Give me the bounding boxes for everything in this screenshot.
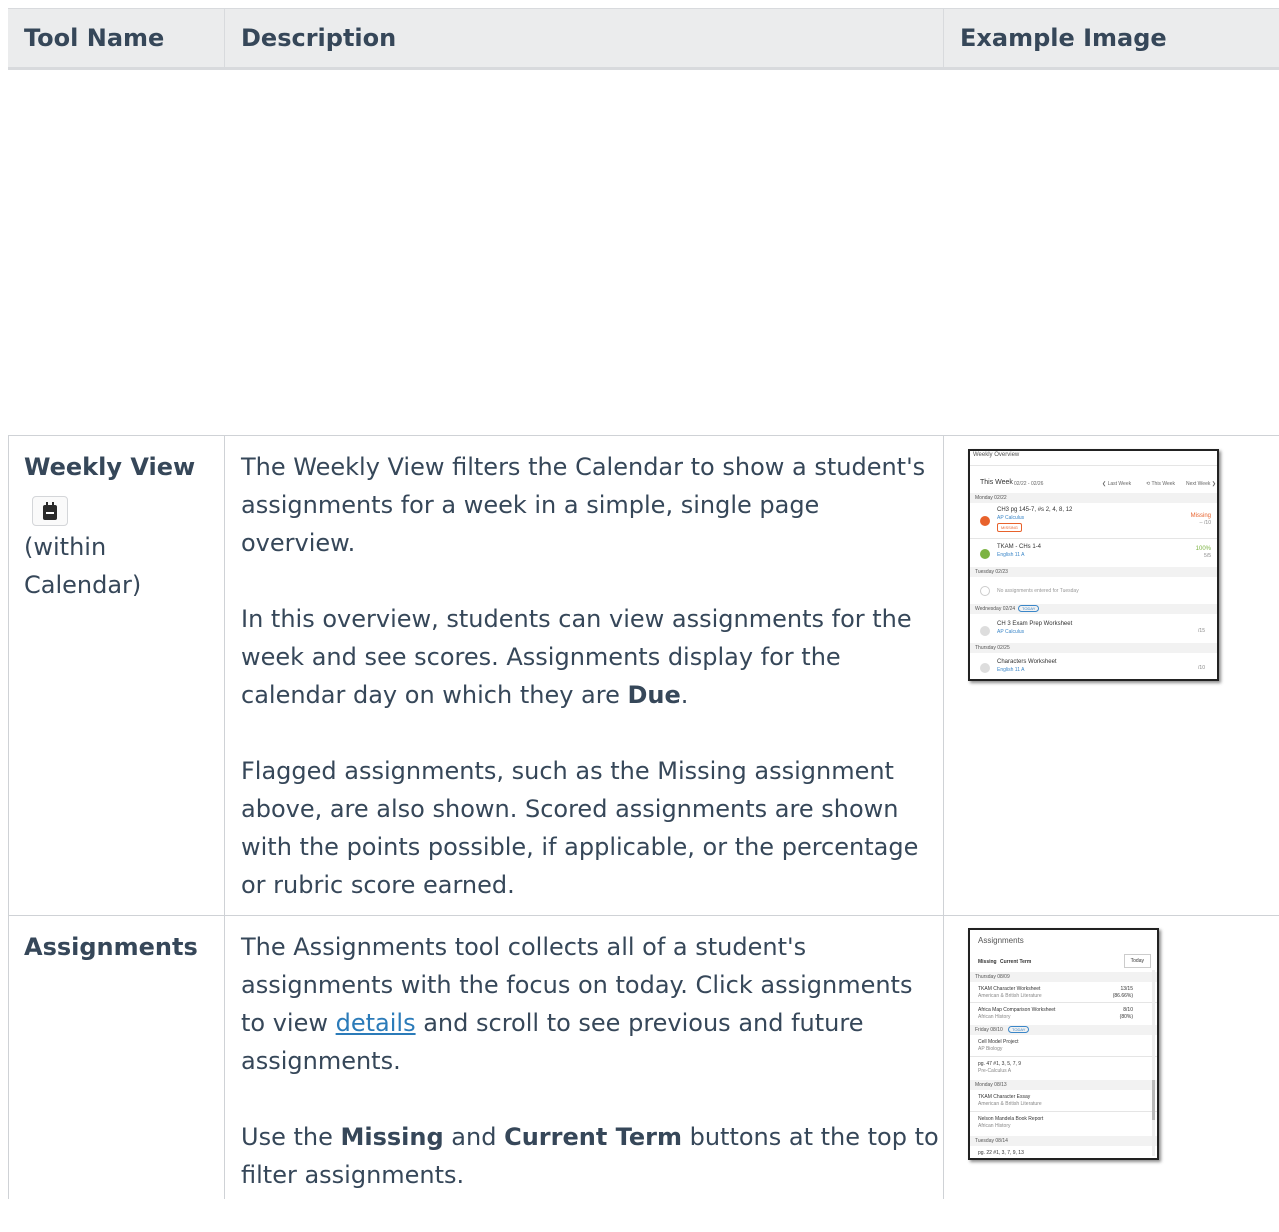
- thumb-day: Monday 02/22: [970, 493, 1217, 503]
- calendar-icon: [43, 502, 57, 520]
- thumb-day: Thursday 08/09: [970, 972, 1157, 982]
- paragraph: Use the Missing and Current Term buttons…: [241, 1123, 939, 1189]
- thumb-today-badge: TODAY: [1018, 605, 1040, 612]
- thumb-item-pct: (86.66%): [1112, 993, 1133, 999]
- thumb-day: Thursday 02/25: [970, 643, 1217, 653]
- tool-name-assignments: Assignments: [24, 933, 198, 961]
- column-divider: [943, 436, 944, 1199]
- thumb-points: /10: [1198, 665, 1205, 671]
- thumb-divider: [970, 465, 1217, 466]
- empty-circle-icon: [980, 626, 990, 636]
- thumb-title: Weekly Overview: [973, 452, 1020, 458]
- description-assignments: The Assignments tool collects all of a s…: [241, 928, 941, 1232]
- thumb-range: 02/22 - 02/26: [1014, 481, 1044, 487]
- table-header-row: Tool Name Description Example Image: [8, 8, 1279, 70]
- thumb-today-badge: TODAY: [1008, 1026, 1030, 1033]
- paragraph: In this overview, students can view assi…: [241, 605, 912, 709]
- thumb-next-week: Next Week ❯: [1186, 481, 1216, 487]
- paragraph: The Assignments tool collects all of a s…: [241, 933, 913, 1075]
- empty-circle-icon: [980, 663, 990, 673]
- header-tool-name: Tool Name: [24, 24, 165, 52]
- thumb-this-week-btn: ⟲ This Week: [1146, 481, 1176, 487]
- paragraph: Flagged assignments, such as the Missing…: [241, 757, 919, 899]
- table-border-left: [8, 436, 9, 1199]
- thumb-divider: [970, 538, 1217, 539]
- thumb-divider: [970, 1056, 1157, 1057]
- thumb-item: pg. 22 #1, 3, 7, 9, 13: [978, 1150, 1024, 1156]
- thumb-divider: [970, 1111, 1157, 1112]
- thumb-day: Tuesday 02/23: [970, 567, 1217, 577]
- thumb-item: pg. 47 #1, 3, 5, 7, 9: [978, 1061, 1022, 1067]
- calendar-view-button[interactable]: [32, 496, 68, 526]
- thumb-item: TKAM Character Essay: [978, 1094, 1031, 1100]
- column-divider: [224, 436, 225, 1199]
- thumb-last-week: ❮ Last Week: [1102, 481, 1132, 487]
- thumb-course: AP Calculus: [997, 629, 1025, 635]
- thumb-points: 5/5: [1204, 553, 1211, 559]
- thumb-item: Africa Map Comparison Worksheet: [978, 1007, 1056, 1013]
- thumb-assignment-name: CH 3 Exam Prep Worksheet: [997, 621, 1073, 627]
- missing-icon: [980, 516, 990, 526]
- thumb-score: Missing: [1190, 513, 1211, 519]
- thumb-score: 100%: [1195, 546, 1211, 552]
- thumb-item: Cell Model Project: [978, 1039, 1019, 1045]
- thumb-item: TKAM Character Worksheet: [978, 986, 1041, 992]
- thumb-day: Tuesday 08/14: [970, 1136, 1157, 1146]
- empty-circle-icon: [980, 586, 990, 596]
- thumb-scrollbar-thumb: [1152, 1080, 1155, 1120]
- thumb-day: Wednesday 02/24: [970, 604, 1217, 614]
- description-weekly-view: The Weekly View filters the Calendar to …: [241, 448, 941, 942]
- thumb-item-pct: (80%): [1119, 1014, 1133, 1020]
- thumb-course: English 11 A: [997, 667, 1025, 673]
- thumb-item-score: 13/15: [1120, 986, 1133, 992]
- thumb-divider: [970, 1002, 1157, 1003]
- header-description: Description: [241, 24, 397, 52]
- weekly-overview-screenshot: Weekly Overview This Week 02/22 - 02/26 …: [968, 449, 1219, 681]
- thumb-points: -- /10: [1199, 520, 1211, 526]
- check-icon: [980, 549, 990, 559]
- thumb-item-course: African History: [978, 1014, 1011, 1020]
- thumb-today-btn: Today: [1123, 954, 1151, 968]
- thumb-item-course: African History: [978, 1123, 1011, 1129]
- thumb-item-course: American & British Literature: [978, 1101, 1042, 1107]
- tool-name-weekly-view: Weekly View: [24, 453, 196, 481]
- thumb-missing-btn: Missing: [978, 959, 997, 965]
- details-link[interactable]: details: [336, 1009, 416, 1037]
- thumb-course: English 11 A: [997, 552, 1025, 558]
- paragraph: The Weekly View filters the Calendar to …: [241, 453, 926, 557]
- thumb-item: Nelson Mandela Book Report: [978, 1116, 1044, 1122]
- thumb-scrollbar: [1152, 970, 1155, 1156]
- tools-table-body: Weekly View (within Calendar) The Weekly…: [8, 435, 1279, 1199]
- thumb-assignment-name: CH3 pg 145-7, #s 2, 4, 8, 12: [997, 507, 1073, 513]
- thumb-this-week: This Week: [980, 479, 1013, 486]
- thumb-no-assignments: No assignments entered for Tuesday: [997, 588, 1079, 594]
- thumb-title: Assignments: [978, 936, 1024, 945]
- tool-note-within: (within: [24, 533, 107, 561]
- header-example-image: Example Image: [960, 24, 1167, 52]
- thumb-item-score: 8/10: [1123, 1007, 1133, 1013]
- thumb-assignment-name: TKAM - CHs 1-4: [997, 544, 1042, 550]
- thumb-item-course: AP Biology: [978, 1046, 1003, 1052]
- thumb-missing-flag: MISSING: [997, 523, 1022, 532]
- thumb-points: /15: [1198, 628, 1205, 634]
- thumb-item-course: American & British Literature: [978, 993, 1042, 999]
- thumb-day: Monday 08/13: [970, 1080, 1157, 1090]
- tool-note-calendar: Calendar): [24, 571, 142, 599]
- thumb-course: AP Calculus: [997, 515, 1025, 521]
- assignments-screenshot: Assignments Missing Current Term Today T…: [968, 928, 1159, 1160]
- thumb-item-course: Pre-Calculus A: [978, 1068, 1012, 1074]
- thumb-assignment-name: Characters Worksheet: [997, 659, 1057, 665]
- thumb-day: Friday 08/10: [970, 1025, 1157, 1035]
- thumb-current-term-btn: Current Term: [1000, 959, 1032, 965]
